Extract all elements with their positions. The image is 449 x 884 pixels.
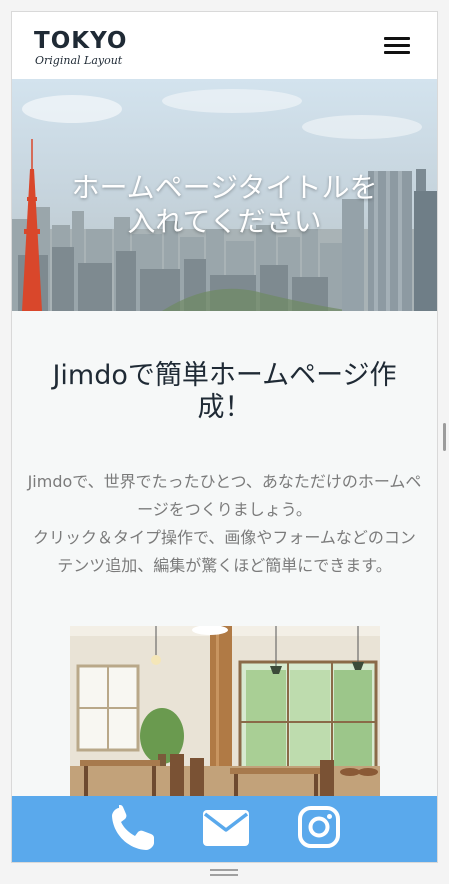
hero-image: ホームページタイトルを 入れてください [12,79,437,311]
hero-title: ホームページタイトルを 入れてください [12,171,437,239]
logo-subtitle: Original Layout [35,54,123,67]
intro-paragraph-1: Jimdoで、世界でたったひとつ、あなただけのホームページをつくりましょう。 [27,472,422,519]
hamburger-icon [384,37,410,40]
mail-icon [203,810,249,846]
hero-title-line2: 入れてください [127,205,322,238]
page-headline: Jimdoで簡単ホームページ作成！ [52,360,397,423]
page-frame: TOKYO Original Layout ホームページタイトルを 入れてくださ… [12,12,437,862]
site-header: TOKYO Original Layout [12,12,437,80]
logo-title: TOKYO [34,28,128,54]
site-logo[interactable]: TOKYO Original Layout [34,28,144,72]
instagram-button[interactable] [298,806,340,848]
drag-handle-icon[interactable] [210,869,238,877]
intro-paragraph-2: クリック＆タイプ操作で、画像やフォームなどのコンテンツ追加、編集が驚くほど簡単に… [33,528,416,575]
hero-title-line1: ホームページタイトルを [71,171,378,204]
cafe-interior-photo [70,626,380,796]
scrollbar-handle[interactable] [443,423,446,451]
contact-action-bar [12,796,437,862]
phone-button[interactable] [108,804,158,854]
mail-button[interactable] [202,808,250,848]
instagram-icon [298,806,340,848]
phone-icon [112,805,154,850]
cafe-interior-illustration [70,626,380,796]
intro-text: Jimdoで、世界でたったひとつ、あなただけのホームページをつくりましょう。 ク… [26,468,423,580]
hamburger-menu-button[interactable] [384,37,412,55]
